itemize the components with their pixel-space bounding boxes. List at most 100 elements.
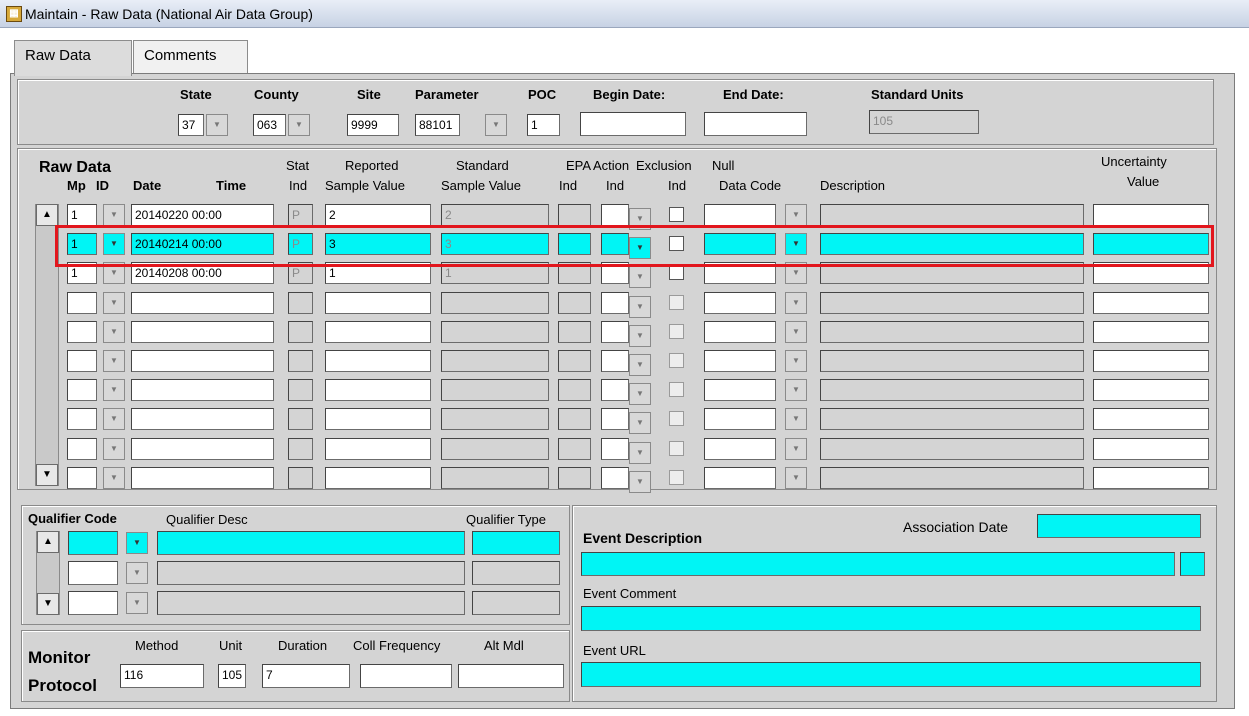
row-exclusion-checkbox[interactable] <box>669 441 684 456</box>
row-mp-field[interactable] <box>67 379 97 401</box>
row-reported-value-field[interactable] <box>325 467 431 489</box>
row-exclusion-checkbox[interactable] <box>669 470 684 485</box>
qualifier-code-dropdown[interactable]: ▼ <box>126 532 148 554</box>
row-action-dropdown[interactable]: ▼ <box>629 442 651 464</box>
row-null-data-code-dropdown[interactable]: ▼ <box>785 321 807 343</box>
row-reported-value-field[interactable] <box>325 408 431 430</box>
row-datetime-field[interactable] <box>131 438 274 460</box>
row-reported-value-field[interactable] <box>325 379 431 401</box>
row-uncertainty-field[interactable] <box>1093 204 1209 226</box>
row-null-data-code-dropdown[interactable]: ▼ <box>785 438 807 460</box>
row-id-dropdown[interactable]: ▼ <box>103 408 125 430</box>
qualifier-code-field-2[interactable] <box>68 561 118 585</box>
row-action-dropdown[interactable]: ▼ <box>629 266 651 288</box>
coll-frequency-field[interactable] <box>360 664 452 688</box>
qualifier-code-field-3[interactable] <box>68 591 118 615</box>
row-datetime-field[interactable]: 20140220 00:00 <box>131 204 274 226</box>
row-null-data-code-field[interactable] <box>704 408 776 430</box>
row-uncertainty-field[interactable] <box>1093 292 1209 314</box>
row-null-data-code-field[interactable] <box>704 321 776 343</box>
row-datetime-field[interactable] <box>131 350 274 372</box>
row-id-dropdown[interactable]: ▼ <box>103 292 125 314</box>
row-action-ind-field[interactable] <box>601 350 629 372</box>
qualifier-code-dropdown-3[interactable]: ▼ <box>126 592 148 614</box>
row-reported-value-field[interactable] <box>325 438 431 460</box>
row-null-data-code-dropdown[interactable]: ▼ <box>785 379 807 401</box>
association-date-field[interactable] <box>1037 514 1201 538</box>
scroll-down-icon[interactable]: ▼ <box>36 464 58 486</box>
row-action-ind-field[interactable] <box>601 379 629 401</box>
method-field[interactable]: 116 <box>120 664 204 688</box>
row-action-dropdown[interactable]: ▼ <box>629 383 651 405</box>
qualifier-scroll-down-icon[interactable]: ▼ <box>37 593 59 615</box>
row-action-dropdown[interactable]: ▼ <box>629 296 651 318</box>
row-null-data-code-dropdown[interactable]: ▼ <box>785 467 807 489</box>
row-action-dropdown[interactable]: ▼ <box>629 412 651 434</box>
row-exclusion-checkbox[interactable] <box>669 324 684 339</box>
row-uncertainty-field[interactable] <box>1093 438 1209 460</box>
row-uncertainty-field[interactable] <box>1093 467 1209 489</box>
row-datetime-field[interactable] <box>131 321 274 343</box>
row-id-dropdown[interactable]: ▼ <box>103 321 125 343</box>
row-exclusion-checkbox[interactable] <box>669 295 684 310</box>
row-mp-field[interactable] <box>67 292 97 314</box>
row-reported-value-field[interactable]: 2 <box>325 204 431 226</box>
row-datetime-field[interactable] <box>131 379 274 401</box>
qualifier-scroll-up-icon[interactable]: ▲ <box>37 531 59 553</box>
row-id-dropdown[interactable]: ▼ <box>103 467 125 489</box>
row-action-ind-field[interactable] <box>601 467 629 489</box>
row-mp-field[interactable] <box>67 408 97 430</box>
row-datetime-field[interactable] <box>131 467 274 489</box>
site-field[interactable]: 9999 <box>347 114 399 136</box>
event-url-field[interactable] <box>581 662 1201 687</box>
row-null-data-code-field[interactable] <box>704 204 776 226</box>
row-uncertainty-field[interactable] <box>1093 379 1209 401</box>
duration-field[interactable]: 7 <box>262 664 350 688</box>
begin-date-field[interactable] <box>580 112 686 136</box>
tab-raw-data[interactable]: Raw Data <box>14 40 132 76</box>
qualifier-code-dropdown-2[interactable]: ▼ <box>126 562 148 584</box>
row-exclusion-checkbox[interactable] <box>669 265 684 280</box>
row-null-data-code-dropdown[interactable]: ▼ <box>785 292 807 314</box>
event-description-field[interactable] <box>581 552 1175 576</box>
county-dropdown[interactable]: ▼ <box>288 114 310 136</box>
state-field[interactable]: 37 <box>178 114 204 136</box>
row-action-dropdown[interactable]: ▼ <box>629 354 651 376</box>
state-dropdown[interactable]: ▼ <box>206 114 228 136</box>
row-reported-value-field[interactable] <box>325 350 431 372</box>
row-action-ind-field[interactable] <box>601 292 629 314</box>
parameter-field[interactable]: 88101 <box>415 114 460 136</box>
row-action-ind-field[interactable] <box>601 438 629 460</box>
row-null-data-code-field[interactable] <box>704 467 776 489</box>
event-description-lov-button[interactable] <box>1180 552 1205 576</box>
row-uncertainty-field[interactable] <box>1093 408 1209 430</box>
row-action-dropdown[interactable]: ▼ <box>629 471 651 493</box>
unit-field[interactable]: 105 <box>218 664 246 688</box>
row-exclusion-checkbox[interactable] <box>669 411 684 426</box>
row-null-data-code-field[interactable] <box>704 438 776 460</box>
row-action-ind-field[interactable] <box>601 204 629 226</box>
row-mp-field[interactable] <box>67 350 97 372</box>
scroll-up-icon[interactable]: ▲ <box>36 204 58 226</box>
parameter-dropdown[interactable]: ▼ <box>485 114 507 136</box>
event-comment-field[interactable] <box>581 606 1201 631</box>
alt-mdl-field[interactable] <box>458 664 564 688</box>
row-null-data-code-dropdown[interactable]: ▼ <box>785 204 807 226</box>
row-id-dropdown[interactable]: ▼ <box>103 350 125 372</box>
row-action-ind-field[interactable] <box>601 408 629 430</box>
row-id-dropdown[interactable]: ▼ <box>103 204 125 226</box>
row-exclusion-checkbox[interactable] <box>669 207 684 222</box>
end-date-field[interactable] <box>704 112 807 136</box>
poc-field[interactable]: 1 <box>527 114 560 136</box>
row-reported-value-field[interactable] <box>325 321 431 343</box>
row-action-ind-field[interactable] <box>601 321 629 343</box>
row-null-data-code-field[interactable] <box>704 379 776 401</box>
row-reported-value-field[interactable] <box>325 292 431 314</box>
row-uncertainty-field[interactable] <box>1093 321 1209 343</box>
row-mp-field[interactable]: 1 <box>67 204 97 226</box>
row-datetime-field[interactable] <box>131 408 274 430</box>
row-null-data-code-field[interactable] <box>704 292 776 314</box>
row-null-data-code-dropdown[interactable]: ▼ <box>785 350 807 372</box>
row-mp-field[interactable] <box>67 321 97 343</box>
row-null-data-code-field[interactable] <box>704 350 776 372</box>
